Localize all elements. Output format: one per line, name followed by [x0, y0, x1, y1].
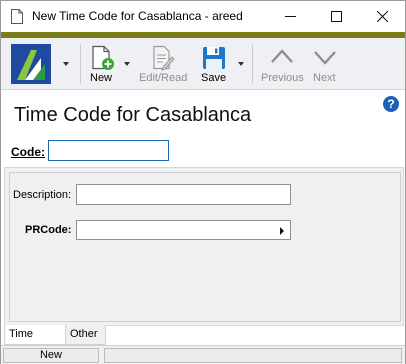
toolbar-separator [252, 44, 253, 84]
new-document-icon [92, 45, 114, 70]
new-button[interactable]: New [85, 38, 135, 90]
chevron-down-icon [124, 62, 130, 66]
code-label: Code: [11, 145, 45, 159]
prcode-select[interactable] [76, 220, 291, 240]
previous-button[interactable]: Previous [257, 38, 307, 90]
edit-document-icon [153, 45, 175, 71]
edit-read-button[interactable]: Edit/Read [137, 38, 191, 90]
app-logo-icon [11, 44, 51, 84]
app-window: New Time Code for Casablanca - areed New… [0, 0, 406, 364]
minimize-button[interactable] [267, 1, 313, 32]
chevron-up-icon [271, 49, 293, 63]
code-input[interactable] [48, 140, 169, 161]
close-button[interactable] [359, 1, 405, 32]
chevron-down-icon [314, 51, 336, 65]
tab-other[interactable]: Other [66, 325, 106, 345]
edit-read-label: Edit/Read [139, 72, 188, 84]
chevron-down-icon [238, 62, 244, 66]
help-icon[interactable]: ? [383, 96, 399, 112]
prcode-label: PRCode: [25, 224, 72, 236]
chevron-down-icon [63, 62, 69, 66]
toolbar-separator [80, 44, 81, 84]
status-message [104, 348, 402, 363]
save-button[interactable]: Save [197, 38, 247, 90]
app-menu-button[interactable] [5, 38, 73, 90]
code-label-text: Code: [11, 145, 45, 159]
maximize-icon [330, 11, 342, 22]
page-title: Time Code for Casablanca [14, 104, 252, 126]
toolbar: New Edit/Read Save Previous Next [1, 38, 405, 90]
window-title: New Time Code for Casablanca - areed [32, 9, 243, 23]
maximize-button[interactable] [313, 1, 359, 32]
document-icon [11, 9, 23, 24]
previous-label: Previous [261, 72, 304, 84]
next-label: Next [313, 72, 336, 84]
close-icon [376, 11, 388, 22]
save-icon [203, 47, 225, 69]
save-label: Save [201, 72, 227, 84]
minimize-icon [284, 16, 296, 17]
chevron-right-icon [280, 227, 284, 235]
next-button[interactable]: Next [309, 38, 343, 90]
status-mode: New [3, 348, 99, 363]
tab-time-code[interactable]: Time Code [4, 325, 66, 358]
title-bar: New Time Code for Casablanca - areed [1, 1, 405, 32]
new-label: New [90, 72, 113, 84]
description-label: Description: [13, 189, 72, 201]
description-input[interactable] [76, 184, 291, 205]
status-bar: New [1, 345, 405, 364]
